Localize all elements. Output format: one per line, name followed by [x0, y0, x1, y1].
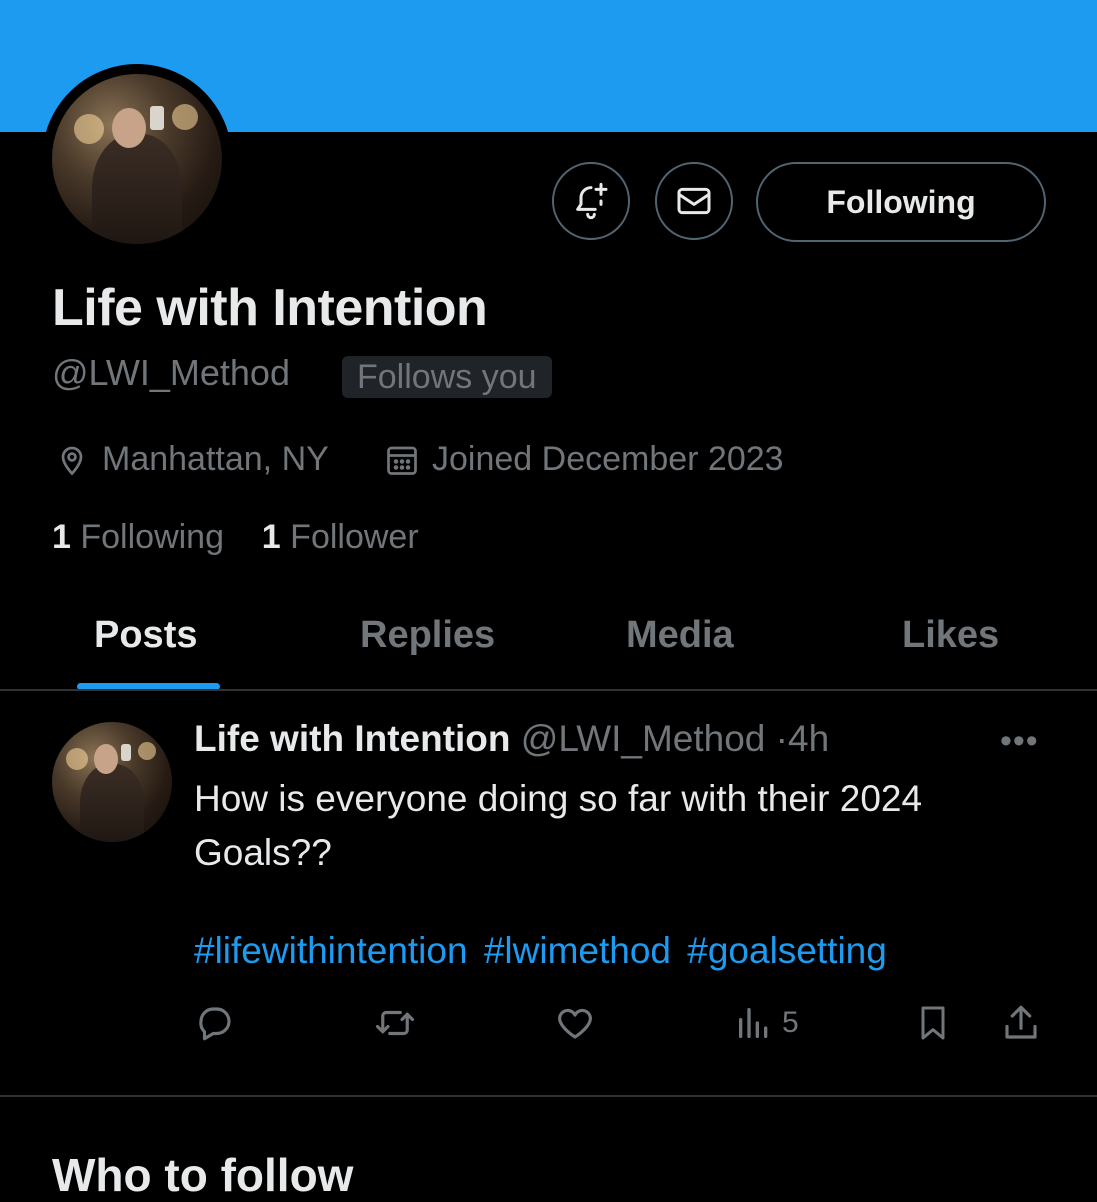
join-date-text: Joined December 2023 — [432, 440, 784, 478]
bell-plus-icon — [576, 182, 608, 220]
views-button[interactable]: 5 — [734, 1002, 799, 1044]
reply-button[interactable] — [194, 1002, 236, 1044]
followers-link[interactable]: 1 Follower — [262, 518, 419, 556]
views-count: 5 — [782, 1006, 799, 1039]
join-date: Joined December 2023 — [384, 440, 784, 479]
more-options-icon[interactable]: ••• — [1000, 722, 1039, 761]
post-separator: · — [775, 718, 788, 759]
message-button[interactable] — [655, 162, 733, 240]
follows-you-badge: Follows you — [342, 356, 552, 398]
location: Manhattan, NY — [54, 440, 329, 479]
like-icon — [558, 1008, 592, 1039]
hashtag-link[interactable]: #lwimethod — [484, 930, 671, 971]
post-divider — [0, 1095, 1097, 1097]
who-to-follow-heading: Who to follow — [52, 1149, 354, 1201]
following-button[interactable]: Following — [756, 162, 1046, 242]
hashtag-link[interactable]: #lifewithintention — [194, 930, 468, 971]
post-author-avatar[interactable] — [52, 722, 172, 842]
views-icon — [739, 1008, 768, 1038]
post-time[interactable]: 4h — [788, 718, 829, 759]
tab-media[interactable]: Media — [626, 614, 734, 657]
post-author-handle[interactable]: @LWI_Method — [521, 718, 766, 759]
reply-icon — [199, 1007, 231, 1041]
location-pin-icon — [61, 446, 83, 475]
profile-handle: @LWI_Method — [52, 352, 290, 393]
tab-likes[interactable]: Likes — [902, 614, 999, 657]
calendar-icon — [387, 446, 417, 475]
post-header: Life with Intention @LWI_Method ·4h — [194, 718, 829, 760]
repost-button[interactable] — [372, 1002, 418, 1044]
repost-icon — [375, 1010, 415, 1036]
envelope-icon — [677, 187, 711, 215]
following-link[interactable]: 1 Following — [52, 518, 224, 556]
notifications-button[interactable] — [552, 162, 630, 240]
post-hashtags: #lifewithintention #lwimethod #goalsetti… — [194, 930, 893, 972]
share-button[interactable] — [1000, 1002, 1042, 1044]
post-author-name[interactable]: Life with Intention — [194, 718, 511, 759]
profile-avatar[interactable] — [52, 74, 222, 244]
location-text: Manhattan, NY — [102, 440, 329, 478]
follow-counts: 1 Following 1 Follower — [52, 518, 419, 557]
share-icon — [1005, 1005, 1037, 1039]
bookmark-button[interactable] — [913, 1002, 953, 1044]
profile-display-name: Life with Intention — [52, 279, 488, 337]
tabs-divider — [0, 689, 1097, 691]
profile-tabs: Posts Replies Media Likes — [0, 600, 1097, 690]
like-button[interactable] — [553, 1002, 597, 1044]
tab-replies[interactable]: Replies — [360, 614, 495, 657]
tab-posts[interactable]: Posts — [94, 614, 197, 657]
bookmark-icon — [921, 1006, 945, 1040]
post-text: How is everyone doing so far with their … — [194, 778, 923, 873]
hashtag-link[interactable]: #goalsetting — [687, 930, 887, 971]
